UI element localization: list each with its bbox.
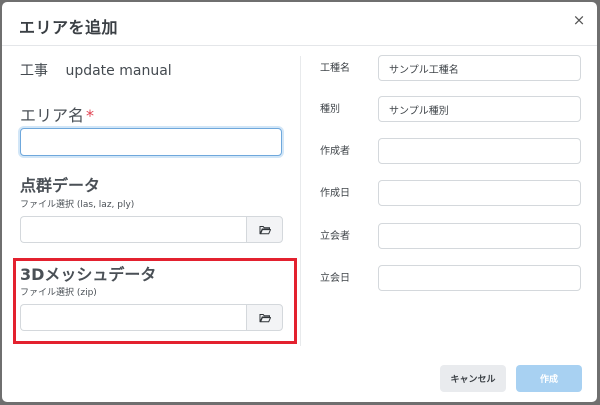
project-line: 工事 update manual — [20, 60, 172, 80]
right-column: 工種名 種別 作成者 作成日 立会者 立会日 — [302, 47, 597, 347]
point-cloud-browse-button[interactable] — [246, 216, 283, 243]
area-name-label-text: エリア名 — [20, 106, 85, 125]
required-mark: * — [86, 106, 95, 125]
created-date-label: 作成日 — [320, 188, 350, 199]
point-cloud-file-picker — [20, 216, 283, 243]
dialog-title: エリアを追加 — [19, 18, 119, 37]
dialog-header: エリアを追加 × — [2, 2, 597, 46]
witness-date-label: 立会日 — [320, 273, 350, 284]
area-name-label: エリア名 * — [20, 102, 94, 126]
point-cloud-file-input[interactable] — [20, 216, 246, 243]
author-input[interactable] — [378, 138, 581, 164]
cancel-button[interactable]: キャンセル — [440, 365, 506, 392]
left-column: 工事 update manual エリア名 * 点群データ ファイル選択 (las… — [2, 47, 300, 347]
dialog-footer: キャンセル 作成 — [2, 352, 597, 402]
point-cloud-title: 点群データ — [20, 176, 101, 195]
type-input[interactable] — [378, 96, 581, 122]
close-icon[interactable]: × — [569, 10, 589, 30]
kind-input[interactable] — [378, 55, 581, 81]
kind-label: 工種名 — [320, 63, 350, 74]
witness-input[interactable] — [378, 223, 581, 249]
witness-date-input[interactable] — [378, 265, 581, 291]
created-date-input[interactable] — [378, 180, 581, 206]
column-divider — [300, 56, 301, 346]
area-name-input[interactable] — [20, 128, 282, 156]
author-label: 作成者 — [320, 146, 350, 157]
create-button[interactable]: 作成 — [516, 365, 582, 392]
folder-open-icon — [259, 225, 271, 234]
project-name: update manual — [65, 63, 172, 79]
point-cloud-hint: ファイル選択 (las, laz, ply) — [20, 200, 135, 210]
type-label: 種別 — [320, 104, 340, 115]
highlight-annotation-box — [13, 258, 297, 344]
project-label: 工事 — [20, 63, 48, 79]
add-area-dialog: エリアを追加 × 工事 update manual エリア名 * 点群データ ファ… — [2, 2, 597, 402]
witness-label: 立会者 — [320, 231, 350, 242]
